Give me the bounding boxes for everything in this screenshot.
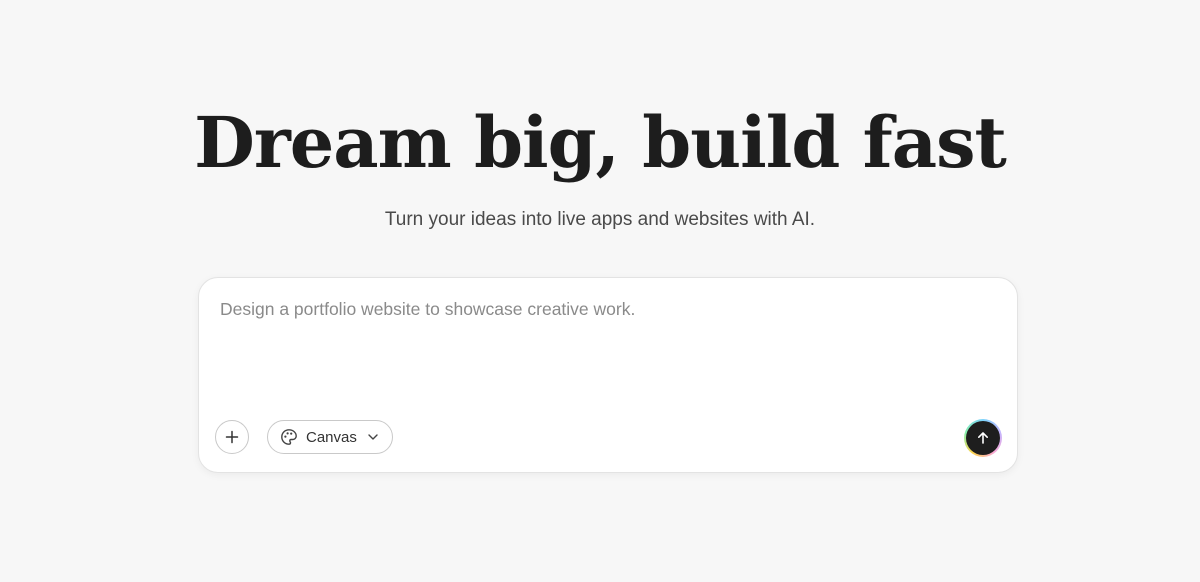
mode-label: Canvas (306, 428, 357, 446)
prompt-card: Canvas (198, 277, 1018, 473)
plus-icon (224, 429, 240, 445)
arrow-up-icon (976, 431, 990, 445)
send-button[interactable] (964, 419, 1002, 457)
chevron-down-icon (367, 431, 379, 443)
send-button-inner (966, 421, 1000, 455)
add-attachment-button[interactable] (215, 420, 249, 454)
hero-subtitle: Turn your ideas into live apps and websi… (384, 209, 816, 230)
mode-selector-button[interactable]: Canvas (267, 420, 393, 454)
prompt-input[interactable] (220, 296, 990, 396)
palette-icon (280, 428, 298, 446)
hero-title: Dream big, build fast (194, 101, 1007, 184)
